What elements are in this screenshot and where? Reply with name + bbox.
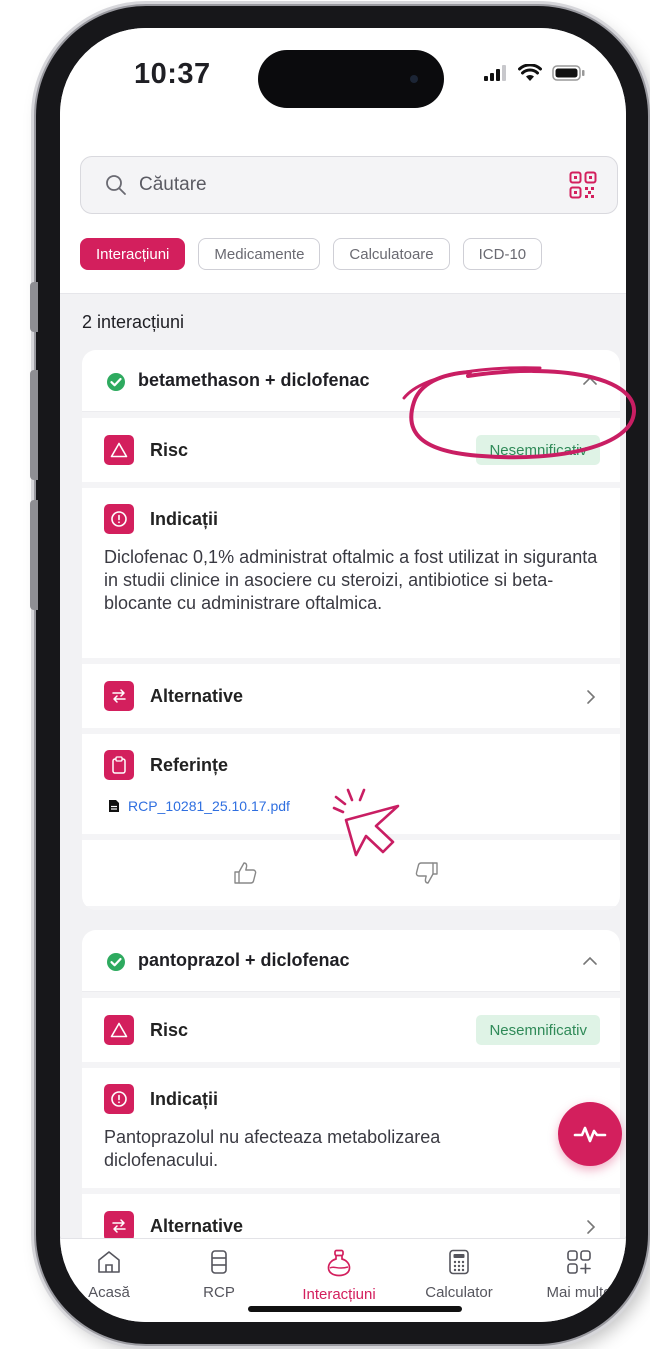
- risk-label: Risc: [150, 440, 189, 460]
- tab-label: Mai multe: [546, 1284, 612, 1301]
- mute-switch: [30, 282, 38, 332]
- thumbs-down-icon[interactable]: [414, 860, 440, 886]
- file-icon: [109, 800, 119, 812]
- swap-arrows-icon: [104, 681, 134, 711]
- risk-badge: Nesemnificativ: [476, 1015, 600, 1045]
- results-count: 2 interacțiuni: [82, 312, 185, 332]
- interaction-card: pantoprazol + diclofenac Risc Nesemnific…: [82, 930, 620, 1250]
- references-label: Referințe: [150, 755, 229, 775]
- indications-section: Indicații Diclofenac 0,1% administrat of…: [82, 488, 620, 658]
- indications-label: Indicații: [150, 1089, 219, 1109]
- interaction-card-header[interactable]: pantoprazol + diclofenac: [82, 930, 620, 992]
- interaction-title: betamethason + diclofenac: [138, 370, 370, 390]
- clipboard-icon: [104, 750, 134, 780]
- chip-medicamente[interactable]: Medicamente: [198, 238, 321, 270]
- indications-label: Indicații: [150, 509, 219, 529]
- chip-interactiuni[interactable]: Interacțiuni: [80, 238, 186, 270]
- tab-rcp[interactable]: RCP: [164, 1249, 274, 1301]
- tab-label: Interacțiuni: [302, 1286, 376, 1303]
- chip-icd-10[interactable]: ICD-10: [462, 238, 543, 270]
- alert-circle-icon: [104, 504, 134, 534]
- calculator-icon: [449, 1249, 469, 1275]
- warning-icon: [104, 1015, 134, 1045]
- chevron-right-icon: [587, 1220, 596, 1234]
- interaction-title: pantoprazol + diclofenac: [138, 950, 350, 970]
- swap-arrows-icon: [104, 1211, 134, 1241]
- volume-down-button: [30, 500, 38, 610]
- home-icon: [98, 1251, 120, 1273]
- risk-section: Risc Nesemnificativ: [82, 998, 620, 1062]
- chevron-up-icon[interactable]: [582, 956, 598, 966]
- battery-icon: [552, 65, 585, 81]
- pulse-fab-button[interactable]: [558, 1102, 622, 1166]
- search-icon: [106, 175, 126, 195]
- check-circle-icon: [107, 373, 125, 391]
- volume-up-button: [30, 370, 38, 480]
- home-indicator: [248, 1306, 462, 1312]
- tab-mai-multe[interactable]: Mai multe: [524, 1249, 626, 1301]
- tab-acasa[interactable]: Acasă: [60, 1249, 164, 1301]
- tab-label: Acasă: [88, 1284, 130, 1301]
- status-time: 10:37: [134, 58, 211, 90]
- risk-section: Risc Nesemnificativ: [82, 418, 620, 482]
- wifi-icon: [518, 64, 542, 81]
- feedback-row: [82, 840, 620, 906]
- alert-circle-icon: [104, 1084, 134, 1114]
- qr-code-icon[interactable]: [569, 171, 597, 199]
- check-circle-icon: [107, 953, 125, 971]
- flask-icon: [327, 1249, 351, 1277]
- status-icons: [484, 64, 586, 82]
- risk-label: Risc: [150, 1020, 189, 1040]
- chip-calculatoare[interactable]: Calculatoare: [333, 238, 450, 270]
- chevron-right-icon: [587, 690, 596, 704]
- interaction-card-header[interactable]: betamethason + diclofenac: [82, 350, 620, 412]
- alternatives-label: Alternative: [150, 1216, 244, 1236]
- app-screen: 10:37 Căutare Interacțiuni Medicamente C…: [60, 28, 626, 1322]
- tab-calculator[interactable]: Calculator: [404, 1249, 514, 1301]
- tab-interactiuni[interactable]: Interacțiuni: [284, 1249, 394, 1303]
- reference-pdf-link[interactable]: RCP_10281_25.10.17.pdf: [108, 798, 290, 814]
- chevron-up-icon[interactable]: [582, 376, 598, 386]
- tab-label: RCP: [203, 1284, 235, 1301]
- heartbeat-icon: [573, 1126, 607, 1143]
- signal-icon: [484, 65, 506, 81]
- more-grid-icon: [567, 1250, 591, 1274]
- reference-file-name: RCP_10281_25.10.17.pdf: [128, 798, 290, 814]
- document-stack-icon: [211, 1250, 227, 1274]
- tab-label: Calculator: [425, 1284, 493, 1301]
- risk-badge: Nesemnificativ: [476, 435, 600, 465]
- alternatives-row[interactable]: Alternative: [82, 664, 620, 728]
- warning-icon: [104, 435, 134, 465]
- interaction-card: betamethason + diclofenac Risc Nesemnifi…: [82, 350, 620, 910]
- filter-chips: Interacțiuni Medicamente Calculatoare IC…: [80, 238, 543, 270]
- search-bar[interactable]: [80, 156, 618, 214]
- indications-section: Indicații Pantoprazolul nu afecteaza met…: [82, 1068, 620, 1188]
- search-input[interactable]: [139, 169, 539, 201]
- app-header: Interacțiuni Medicamente Calculatoare IC…: [60, 118, 626, 294]
- alternatives-label: Alternative: [150, 686, 244, 706]
- dynamic-island: [258, 50, 444, 108]
- indications-text: Diclofenac 0,1% administrat oftalmic a f…: [104, 547, 598, 613]
- references-section: Referințe RCP_10281_25.10.17.pdf: [82, 734, 620, 834]
- indications-text: Pantoprazolul nu afecteaza metabolizarea…: [104, 1127, 441, 1170]
- thumbs-up-icon[interactable]: [232, 860, 258, 886]
